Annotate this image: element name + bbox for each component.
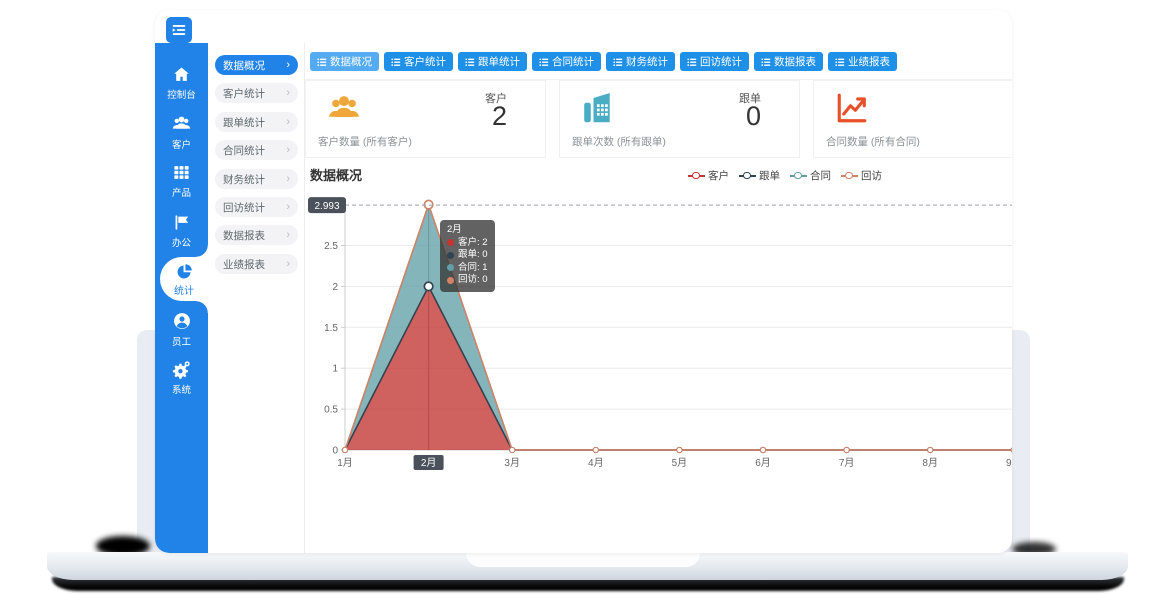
tab-finance-stats[interactable]: 财务统计	[606, 52, 675, 71]
svg-text:2.993: 2.993	[314, 201, 339, 212]
submenu-item-customer-stats[interactable]: 客户统计›	[215, 83, 298, 103]
laptop-mockup: 控制台 客户 产品	[0, 0, 1175, 594]
overview-chart[interactable]: 0 0.5 1 1.5 2 2.5 1月 2月 3月 4月 5月 6月 7月 8月 9月 2.993	[305, 185, 1012, 475]
legend-item[interactable]: 合同	[790, 168, 831, 183]
submenu: 数据概况› 客户统计› 跟单统计› 合同统计› 财务统计› 回访统计› 数据报表…	[208, 43, 305, 553]
chevron-right-icon: ›	[286, 60, 290, 71]
sidebar-item-console[interactable]: 控制台	[155, 65, 208, 101]
submenu-item-followup-stats[interactable]: 回访统计›	[215, 197, 298, 217]
svg-text:7月: 7月	[839, 457, 855, 469]
sidebar-item-customers[interactable]: 客户	[155, 113, 208, 151]
trend-icon	[834, 90, 870, 131]
home-icon	[172, 65, 191, 84]
list-icon	[761, 57, 771, 67]
legend-item[interactable]: 跟单	[739, 168, 780, 183]
submenu-item-data-report[interactable]: 数据报表›	[215, 225, 298, 245]
list-icon	[391, 57, 401, 67]
laptop-base-notch	[466, 552, 700, 567]
metric-value: 0	[746, 101, 761, 132]
stat-card-orders[interactable]: 跟单 0 跟单次数 (所有跟单)	[559, 80, 800, 158]
chart-legend: 客户跟单合同回访	[688, 168, 882, 183]
chevron-right-icon: ›	[286, 145, 290, 156]
gears-icon	[172, 359, 192, 379]
legend-item[interactable]: 回访	[841, 168, 882, 183]
main-content: 数据概况客户统计跟单统计合同统计财务统计回访统计数据报表业绩报表 客户 2 客户…	[305, 43, 1012, 553]
stat-cards-row: 客户 2 客户数量 (所有客户) 跟单 0 跟单次数 (所有跟单)	[305, 80, 1012, 158]
svg-text:9月: 9月	[1006, 457, 1012, 469]
pie-chart-icon	[175, 262, 194, 281]
svg-text:2.5: 2.5	[324, 241, 338, 252]
list-icon	[687, 57, 697, 67]
chevron-right-icon: ›	[286, 202, 290, 213]
sidebar-item-statistics[interactable]: 统计	[160, 257, 208, 301]
chevron-right-icon: ›	[286, 174, 290, 185]
submenu-item-finance-stats[interactable]: 财务统计›	[215, 169, 298, 189]
svg-text:8月: 8月	[922, 457, 938, 469]
list-icon	[835, 57, 845, 67]
legend-item[interactable]: 客户	[688, 168, 729, 183]
sidebar: 控制台 客户 产品	[155, 43, 208, 553]
chart-title: 数据概况	[310, 165, 362, 184]
laptop-base	[47, 552, 1128, 580]
card-caption: 合同数量 (所有合同)	[826, 134, 920, 149]
tab-order-stats[interactable]: 跟单统计	[458, 52, 527, 71]
submenu-item-performance-report[interactable]: 业绩报表›	[215, 254, 298, 274]
tab-bar: 数据概况客户统计跟单统计合同统计财务统计回访统计数据报表业绩报表	[310, 52, 897, 71]
stat-card-customers[interactable]: 客户 2 客户数量 (所有客户)	[305, 80, 546, 158]
tab-data-report[interactable]: 数据报表	[754, 52, 823, 71]
list-icon	[465, 57, 475, 67]
card-caption: 客户数量 (所有客户)	[318, 134, 412, 149]
svg-text:6月: 6月	[755, 457, 771, 469]
sidebar-item-staff[interactable]: 员工	[155, 311, 208, 348]
overview-chart-section: 数据概况 客户跟单合同回访 0 0.5 1 1.5 2 2.5 1月 2月 3月 4月 5月 6月 7月…	[305, 163, 1012, 498]
sidebar-item-products[interactable]: 产品	[155, 163, 208, 199]
metric-value: 2	[492, 101, 507, 132]
user-icon	[172, 311, 192, 331]
tab-customer-stats[interactable]: 客户统计	[384, 52, 453, 71]
chevron-right-icon: ›	[286, 117, 290, 128]
svg-text:5月: 5月	[672, 457, 688, 469]
tab-contract-stats[interactable]: 合同统计	[532, 52, 601, 71]
svg-text:1月: 1月	[337, 457, 353, 469]
fax-icon	[580, 90, 616, 131]
sidebar-item-system[interactable]: 系统	[155, 359, 208, 396]
card-caption: 跟单次数 (所有跟单)	[572, 134, 666, 149]
tab-performance-report[interactable]: 业绩报表	[828, 52, 897, 71]
chevron-right-icon: ›	[286, 259, 290, 270]
submenu-item-order-stats[interactable]: 跟单统计›	[215, 112, 298, 132]
flag-icon	[172, 213, 191, 232]
svg-text:2月: 2月	[421, 457, 437, 469]
sidebar-item-office[interactable]: 办公	[155, 213, 208, 249]
chevron-right-icon: ›	[286, 88, 290, 99]
list-icon	[613, 57, 623, 67]
grid-icon	[172, 163, 191, 182]
list-icon	[539, 57, 549, 67]
users-icon	[171, 113, 192, 134]
submenu-item-data-overview[interactable]: 数据概况›	[215, 55, 298, 75]
svg-text:1: 1	[332, 364, 338, 375]
svg-text:3月: 3月	[504, 457, 520, 469]
stat-card-contracts[interactable]: 合同数量 (所有合同)	[813, 80, 1012, 158]
svg-text:1.5: 1.5	[324, 323, 338, 334]
tab-followup-stats[interactable]: 回访统计	[680, 52, 749, 71]
menu-fold-button[interactable]	[166, 17, 192, 43]
app-window: 控制台 客户 产品	[155, 10, 1012, 553]
list-icon	[317, 57, 327, 67]
chevron-right-icon: ›	[286, 230, 290, 241]
svg-text:0.5: 0.5	[324, 405, 338, 416]
users-icon	[326, 90, 362, 131]
active-pill-curve-top	[196, 245, 208, 257]
submenu-item-contract-stats[interactable]: 合同统计›	[215, 140, 298, 160]
svg-text:2: 2	[332, 282, 338, 293]
tab-data-overview[interactable]: 数据概况	[310, 52, 379, 71]
svg-text:4月: 4月	[588, 457, 604, 469]
svg-text:0: 0	[332, 446, 338, 457]
menu-fold-icon	[170, 21, 188, 39]
